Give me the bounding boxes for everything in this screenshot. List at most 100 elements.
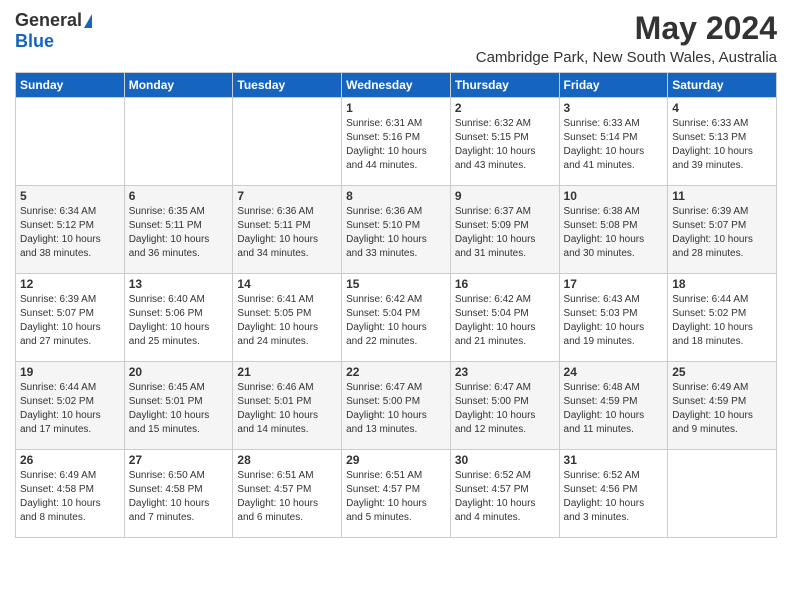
calendar-week-1: 1 Sunrise: 6:31 AM Sunset: 5:16 PM Daylig… bbox=[16, 98, 777, 186]
subtitle: Cambridge Park, New South Wales, Austral… bbox=[476, 49, 777, 66]
calendar-cell: 5 Sunrise: 6:34 AM Sunset: 5:12 PM Daylig… bbox=[16, 186, 125, 274]
calendar-cell bbox=[124, 98, 233, 186]
day-info: Sunrise: 6:33 AM Sunset: 5:14 PM Dayligh… bbox=[564, 117, 664, 173]
calendar-cell: 19 Sunrise: 6:44 AM Sunset: 5:02 PM Dayli… bbox=[16, 362, 125, 450]
day-info: Sunrise: 6:44 AM Sunset: 5:02 PM Dayligh… bbox=[20, 381, 120, 437]
calendar-cell: 22 Sunrise: 6:47 AM Sunset: 5:00 PM Dayli… bbox=[342, 362, 451, 450]
day-info: Sunrise: 6:33 AM Sunset: 5:13 PM Dayligh… bbox=[672, 117, 772, 173]
weekday-header-monday: Monday bbox=[124, 73, 233, 98]
day-info: Sunrise: 6:38 AM Sunset: 5:08 PM Dayligh… bbox=[564, 205, 664, 261]
calendar-cell: 8 Sunrise: 6:36 AM Sunset: 5:10 PM Daylig… bbox=[342, 186, 451, 274]
calendar-cell: 15 Sunrise: 6:42 AM Sunset: 5:04 PM Dayli… bbox=[342, 274, 451, 362]
calendar-cell: 25 Sunrise: 6:49 AM Sunset: 4:59 PM Dayli… bbox=[668, 362, 777, 450]
day-number: 23 bbox=[455, 365, 555, 379]
day-number: 10 bbox=[564, 189, 664, 203]
day-number: 29 bbox=[346, 453, 446, 467]
day-info: Sunrise: 6:50 AM Sunset: 4:58 PM Dayligh… bbox=[129, 469, 229, 525]
day-number: 30 bbox=[455, 453, 555, 467]
day-number: 13 bbox=[129, 277, 229, 291]
calendar-cell: 10 Sunrise: 6:38 AM Sunset: 5:08 PM Dayli… bbox=[559, 186, 668, 274]
day-number: 15 bbox=[346, 277, 446, 291]
calendar-cell bbox=[233, 98, 342, 186]
calendar-cell bbox=[668, 450, 777, 538]
calendar-cell bbox=[16, 98, 125, 186]
calendar-cell: 16Sunrise: 6:42 AM Sunset: 5:04 PM Dayli… bbox=[450, 274, 559, 362]
logo: General Blue bbox=[15, 10, 92, 52]
calendar-cell: 12 Sunrise: 6:39 AM Sunset: 5:07 PM Dayli… bbox=[16, 274, 125, 362]
day-info: Sunrise: 6:39 AM Sunset: 5:07 PM Dayligh… bbox=[20, 293, 120, 349]
logo-blue: Blue bbox=[15, 31, 54, 52]
calendar-cell: 7 Sunrise: 6:36 AM Sunset: 5:11 PM Daylig… bbox=[233, 186, 342, 274]
day-number: 1 bbox=[346, 101, 446, 115]
title-section: May 2024 Cambridge Park, New South Wales… bbox=[476, 10, 777, 66]
calendar-cell: 30 Sunrise: 6:52 AM Sunset: 4:57 PM Dayli… bbox=[450, 450, 559, 538]
day-info: Sunrise: 6:32 AM Sunset: 5:15 PM Dayligh… bbox=[455, 117, 555, 173]
day-number: 27 bbox=[129, 453, 229, 467]
day-number: 31 bbox=[564, 453, 664, 467]
day-info: Sunrise: 6:51 AM Sunset: 4:57 PM Dayligh… bbox=[346, 469, 446, 525]
weekday-header-saturday: Saturday bbox=[668, 73, 777, 98]
day-info: Sunrise: 6:31 AM Sunset: 5:16 PM Dayligh… bbox=[346, 117, 446, 173]
day-number: 18 bbox=[672, 277, 772, 291]
day-number: 14 bbox=[237, 277, 337, 291]
day-number: 26 bbox=[20, 453, 120, 467]
day-info: Sunrise: 6:49 AM Sunset: 4:58 PM Dayligh… bbox=[20, 469, 120, 525]
day-number: 12 bbox=[20, 277, 120, 291]
day-number: 28 bbox=[237, 453, 337, 467]
day-number: 2 bbox=[455, 101, 555, 115]
day-number: 17 bbox=[564, 277, 664, 291]
weekday-header-tuesday: Tuesday bbox=[233, 73, 342, 98]
weekday-header-sunday: Sunday bbox=[16, 73, 125, 98]
day-number: 8 bbox=[346, 189, 446, 203]
calendar-cell: 28 Sunrise: 6:51 AM Sunset: 4:57 PM Dayli… bbox=[233, 450, 342, 538]
day-info: Sunrise: 6:36 AM Sunset: 5:10 PM Dayligh… bbox=[346, 205, 446, 261]
day-number: 25 bbox=[672, 365, 772, 379]
calendar-cell: 6 Sunrise: 6:35 AM Sunset: 5:11 PM Daylig… bbox=[124, 186, 233, 274]
calendar-cell: 9Sunrise: 6:37 AM Sunset: 5:09 PM Daylig… bbox=[450, 186, 559, 274]
day-info: Sunrise: 6:47 AM Sunset: 5:00 PM Dayligh… bbox=[346, 381, 446, 437]
day-info: Sunrise: 6:48 AM Sunset: 4:59 PM Dayligh… bbox=[564, 381, 664, 437]
day-info: Sunrise: 6:34 AM Sunset: 5:12 PM Dayligh… bbox=[20, 205, 120, 261]
day-number: 5 bbox=[20, 189, 120, 203]
calendar-cell: 18Sunrise: 6:44 AM Sunset: 5:02 PM Dayli… bbox=[668, 274, 777, 362]
calendar-week-4: 19 Sunrise: 6:44 AM Sunset: 5:02 PM Dayli… bbox=[16, 362, 777, 450]
day-info: Sunrise: 6:40 AM Sunset: 5:06 PM Dayligh… bbox=[129, 293, 229, 349]
calendar-cell: 1 Sunrise: 6:31 AM Sunset: 5:16 PM Daylig… bbox=[342, 98, 451, 186]
day-info: Sunrise: 6:52 AM Sunset: 4:56 PM Dayligh… bbox=[564, 469, 664, 525]
calendar-cell: 21 Sunrise: 6:46 AM Sunset: 5:01 PM Dayli… bbox=[233, 362, 342, 450]
day-info: Sunrise: 6:35 AM Sunset: 5:11 PM Dayligh… bbox=[129, 205, 229, 261]
calendar-cell: 26 Sunrise: 6:49 AM Sunset: 4:58 PM Dayli… bbox=[16, 450, 125, 538]
day-info: Sunrise: 6:49 AM Sunset: 4:59 PM Dayligh… bbox=[672, 381, 772, 437]
day-info: Sunrise: 6:39 AM Sunset: 5:07 PM Dayligh… bbox=[672, 205, 772, 261]
day-info: Sunrise: 6:52 AM Sunset: 4:57 PM Dayligh… bbox=[455, 469, 555, 525]
calendar-cell: 20 Sunrise: 6:45 AM Sunset: 5:01 PM Dayli… bbox=[124, 362, 233, 450]
day-number: 21 bbox=[237, 365, 337, 379]
calendar-week-3: 12 Sunrise: 6:39 AM Sunset: 5:07 PM Dayli… bbox=[16, 274, 777, 362]
calendar-cell: 2 Sunrise: 6:32 AM Sunset: 5:15 PM Daylig… bbox=[450, 98, 559, 186]
day-number: 19 bbox=[20, 365, 120, 379]
day-number: 24 bbox=[564, 365, 664, 379]
calendar-cell: 14 Sunrise: 6:41 AM Sunset: 5:05 PM Dayli… bbox=[233, 274, 342, 362]
day-number: 20 bbox=[129, 365, 229, 379]
weekday-header-wednesday: Wednesday bbox=[342, 73, 451, 98]
main-title: May 2024 bbox=[476, 10, 777, 47]
weekday-header-friday: Friday bbox=[559, 73, 668, 98]
day-info: Sunrise: 6:42 AM Sunset: 5:04 PM Dayligh… bbox=[346, 293, 446, 349]
day-info: Sunrise: 6:46 AM Sunset: 5:01 PM Dayligh… bbox=[237, 381, 337, 437]
day-number: 22 bbox=[346, 365, 446, 379]
day-number: 7 bbox=[237, 189, 337, 203]
day-info: Sunrise: 6:51 AM Sunset: 4:57 PM Dayligh… bbox=[237, 469, 337, 525]
calendar-cell: 3 Sunrise: 6:33 AM Sunset: 5:14 PM Daylig… bbox=[559, 98, 668, 186]
day-number: 6 bbox=[129, 189, 229, 203]
page-header: General Blue May 2024 Cambridge Park, Ne… bbox=[15, 10, 777, 66]
day-info: Sunrise: 6:47 AM Sunset: 5:00 PM Dayligh… bbox=[455, 381, 555, 437]
calendar-week-5: 26 Sunrise: 6:49 AM Sunset: 4:58 PM Dayli… bbox=[16, 450, 777, 538]
day-info: Sunrise: 6:45 AM Sunset: 5:01 PM Dayligh… bbox=[129, 381, 229, 437]
calendar-week-2: 5 Sunrise: 6:34 AM Sunset: 5:12 PM Daylig… bbox=[16, 186, 777, 274]
calendar-cell: 11 Sunrise: 6:39 AM Sunset: 5:07 PM Dayli… bbox=[668, 186, 777, 274]
day-number: 11 bbox=[672, 189, 772, 203]
day-info: Sunrise: 6:41 AM Sunset: 5:05 PM Dayligh… bbox=[237, 293, 337, 349]
day-info: Sunrise: 6:42 AM Sunset: 5:04 PM Dayligh… bbox=[455, 293, 555, 349]
day-number: 3 bbox=[564, 101, 664, 115]
day-info: Sunrise: 6:36 AM Sunset: 5:11 PM Dayligh… bbox=[237, 205, 337, 261]
